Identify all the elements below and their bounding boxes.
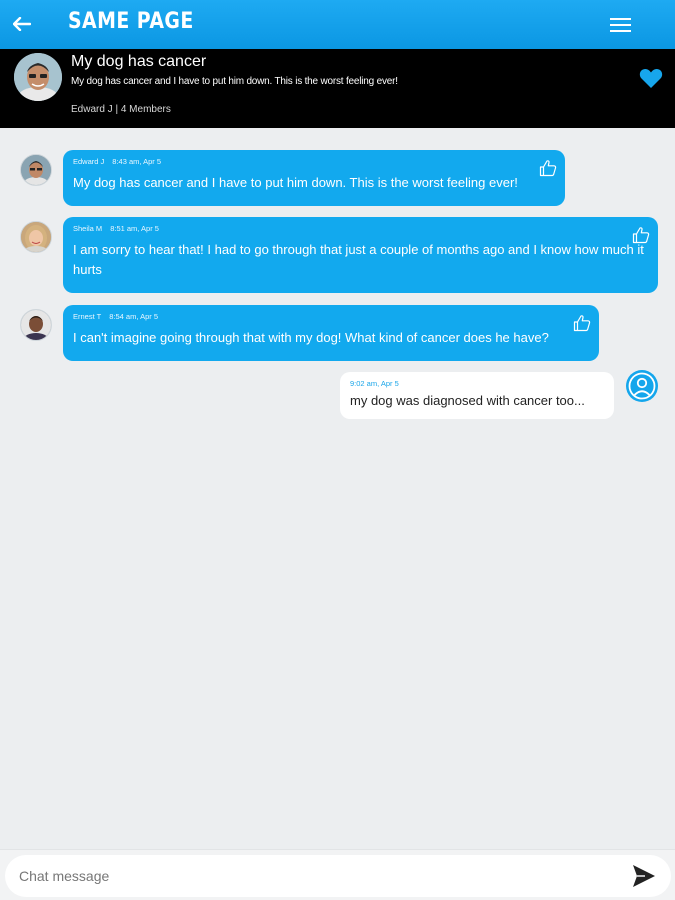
- send-icon: [633, 865, 655, 887]
- send-button[interactable]: [631, 863, 659, 891]
- avatar[interactable]: [14, 53, 62, 101]
- like-button[interactable]: [632, 226, 650, 244]
- avatar[interactable]: [20, 154, 52, 186]
- message-bubble-own: 9:02 am, Apr 5 my dog was diagnosed with…: [340, 372, 614, 419]
- chat-message-input[interactable]: [5, 855, 671, 897]
- like-button[interactable]: [573, 314, 591, 332]
- message-meta: Sheila M 8:51 am, Apr 5: [73, 224, 648, 233]
- message-text: I can't imagine going through that with …: [73, 330, 549, 345]
- app-title: SAME PAGE: [68, 9, 194, 34]
- message-text: my dog was diagnosed with cancer too...: [350, 393, 585, 408]
- own-avatar[interactable]: [626, 370, 658, 402]
- message-time: 8:54 am, Apr 5: [109, 312, 158, 321]
- thumbs-up-icon: [539, 160, 557, 177]
- message-text: I am sorry to hear that! I had to go thr…: [73, 242, 644, 277]
- thread-meta: Edward J | 4 Members: [71, 104, 171, 115]
- message-composer: [0, 849, 675, 900]
- thread-title: My dog has cancer: [71, 53, 207, 70]
- favorite-button[interactable]: [639, 67, 663, 89]
- thumbs-up-icon: [573, 315, 591, 332]
- message-author: Sheila M: [73, 224, 103, 233]
- user-icon: [626, 370, 658, 402]
- message-bubble: Ernest T 8:54 am, Apr 5 I can't imagine g…: [63, 305, 599, 361]
- message-meta: Ernest T 8:54 am, Apr 5: [73, 312, 589, 321]
- hamburger-menu-icon: [610, 18, 631, 32]
- thread-subtitle: My dog has cancer and I have to put him …: [71, 76, 398, 87]
- message-text: My dog has cancer and I have to put him …: [73, 175, 518, 190]
- thread-header: My dog has cancer My dog has cancer and …: [0, 49, 675, 128]
- arrow-left-icon: [13, 17, 31, 31]
- avatar[interactable]: [20, 221, 52, 253]
- heart-icon: [639, 68, 663, 88]
- message-time: 9:02 am, Apr 5: [350, 379, 399, 388]
- message-meta: Edward J 8:43 am, Apr 5: [73, 157, 555, 166]
- thumbs-up-icon: [632, 227, 650, 244]
- menu-button[interactable]: [609, 15, 633, 35]
- message-author: Edward J: [73, 157, 105, 166]
- like-button[interactable]: [539, 159, 557, 177]
- avatar[interactable]: [20, 309, 52, 341]
- app-bar: SAME PAGE: [0, 0, 675, 49]
- message-bubble: Sheila M 8:51 am, Apr 5 I am sorry to hea…: [63, 217, 658, 293]
- message-time: 8:51 am, Apr 5: [110, 224, 159, 233]
- message-meta: 9:02 am, Apr 5: [350, 379, 604, 388]
- message-author: Ernest T: [73, 312, 102, 321]
- message-bubble: Edward J 8:43 am, Apr 5 My dog has cancer…: [63, 150, 565, 206]
- back-button[interactable]: [10, 12, 34, 36]
- message-time: 8:43 am, Apr 5: [112, 157, 162, 166]
